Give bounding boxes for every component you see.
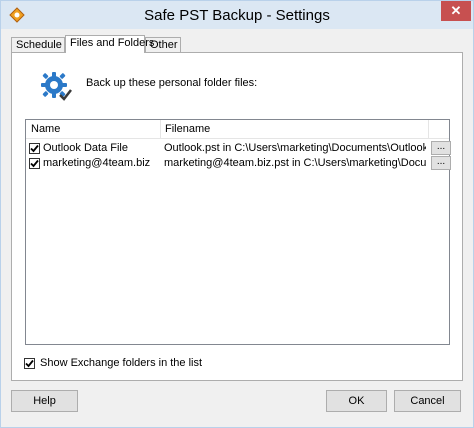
window-title: Safe PST Backup - Settings	[144, 7, 330, 24]
list-item[interactable]: marketing@4team.biz marketing@4team.biz.…	[26, 156, 451, 172]
column-header-name[interactable]: Name	[31, 123, 60, 135]
files-and-folders-panel: Back up these personal folder files: Nam…	[11, 52, 463, 381]
list-item[interactable]: Outlook Data File Outlook.pst in C:\User…	[26, 141, 451, 157]
row-name: marketing@4team.biz	[43, 157, 151, 169]
show-exchange-checkbox[interactable]	[24, 358, 35, 369]
close-button[interactable]: ✕	[441, 1, 471, 21]
column-separator[interactable]	[160, 120, 161, 138]
cancel-button[interactable]: Cancel	[394, 390, 461, 412]
list-header: Name Filename	[26, 120, 449, 139]
column-header-filename[interactable]: Filename	[165, 123, 210, 135]
row-checkbox[interactable]	[29, 158, 40, 169]
tab-files-and-folders[interactable]: Files and Folders	[65, 35, 154, 53]
pst-file-list[interactable]: Name Filename Outlook Data File Outlook.…	[25, 119, 451, 345]
settings-window: Safe PST Backup - Settings ✕ Schedule Fi…	[0, 0, 474, 428]
ok-button[interactable]: OK	[326, 390, 387, 412]
row-filename: marketing@4team.biz.pst in C:\Users\mark…	[164, 157, 426, 169]
browse-button[interactable]: ...	[431, 156, 451, 170]
show-exchange-label: Show Exchange folders in the list	[40, 357, 203, 369]
gear-icon	[40, 71, 72, 103]
column-separator[interactable]	[428, 120, 429, 138]
intro-text: Back up these personal folder files:	[86, 77, 258, 89]
row-name: Outlook Data File	[43, 142, 128, 154]
help-button[interactable]: Help	[11, 390, 78, 412]
browse-button[interactable]: ...	[431, 141, 451, 155]
tab-schedule[interactable]: Schedule	[11, 37, 65, 52]
row-checkbox[interactable]	[29, 143, 40, 154]
title-bar: Safe PST Backup - Settings ✕	[1, 1, 473, 29]
row-filename: Outlook.pst in C:\Users\marketing\Docume…	[164, 142, 426, 154]
